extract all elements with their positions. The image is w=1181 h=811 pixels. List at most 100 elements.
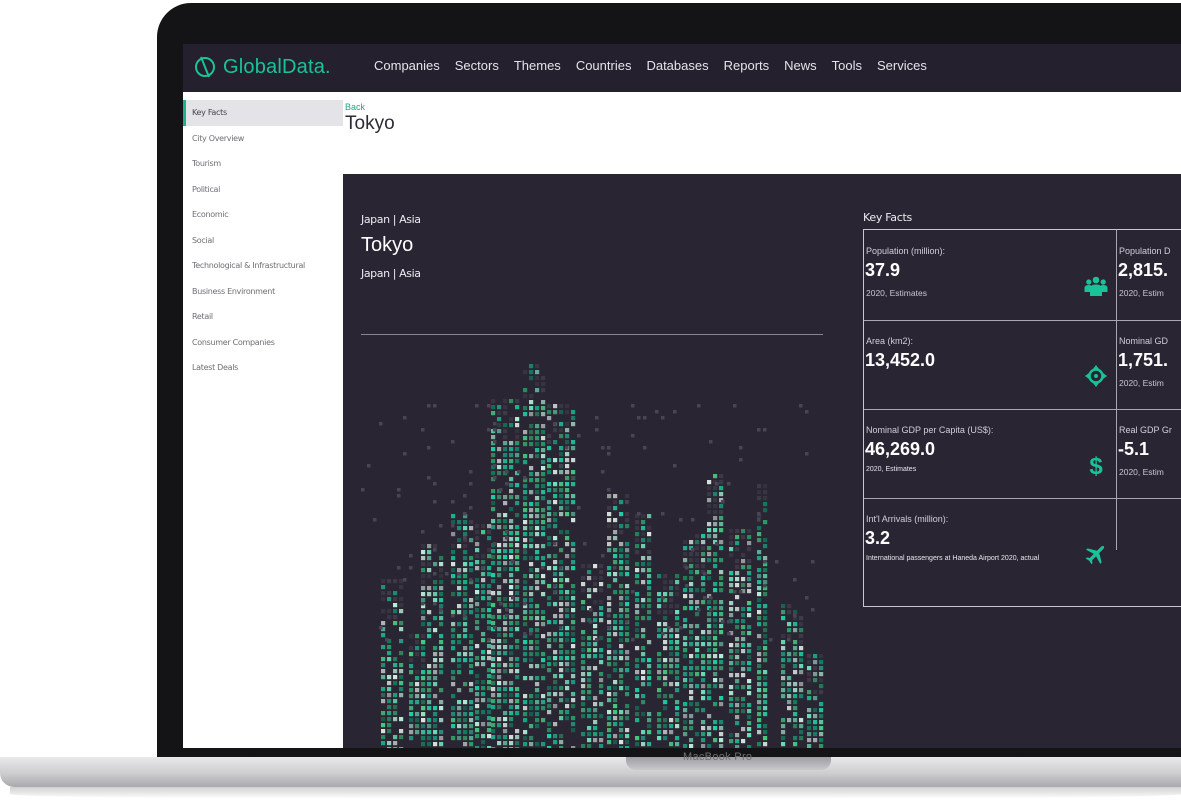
skyline-pixel xyxy=(381,633,386,638)
skyline-pixel xyxy=(535,442,540,447)
skyline-pixel xyxy=(689,660,694,665)
skyline-pixel xyxy=(541,478,546,483)
skyline-pixel xyxy=(499,488,503,492)
skyline-pixel xyxy=(729,613,734,618)
nav-tools[interactable]: Tools xyxy=(832,58,862,73)
nav-themes[interactable]: Themes xyxy=(514,58,561,73)
skyline-pixel xyxy=(553,650,558,655)
skyline-pixel xyxy=(805,410,809,414)
skyline-pixel xyxy=(747,547,752,552)
skyline-pixel xyxy=(503,651,508,656)
skyline-pixel xyxy=(553,470,558,475)
skyline-pixel xyxy=(675,640,680,645)
skyline-pixel xyxy=(719,660,724,665)
skyline-pixel xyxy=(799,718,804,723)
skyline-pixel xyxy=(641,580,646,585)
skyline-pixel xyxy=(587,708,592,713)
sidebar-item-latest-deals[interactable]: Latest Deals xyxy=(183,355,343,381)
skyline-pixel xyxy=(571,566,576,571)
skyline-pixel xyxy=(487,686,492,691)
skyline-pixel xyxy=(535,436,540,441)
sidebar-item-city-overview[interactable]: City Overview xyxy=(183,126,343,152)
skyline-pixel xyxy=(433,562,438,567)
skyline-pixel xyxy=(491,675,496,680)
skyline-pixel xyxy=(529,508,534,513)
skyline-pixel xyxy=(675,592,680,597)
skyline-pixel xyxy=(593,666,598,671)
skyline-pixel xyxy=(487,716,492,721)
skyline-pixel xyxy=(491,591,496,596)
skyline-pixel xyxy=(481,596,486,601)
skyline-pixel xyxy=(619,620,624,625)
skyline-pixel xyxy=(571,500,576,505)
nav-companies[interactable]: Companies xyxy=(374,58,440,73)
skyline-pixel xyxy=(613,536,618,541)
skyline-pixel xyxy=(641,682,646,687)
skyline-pixel xyxy=(757,682,762,687)
sidebar-item-key-facts[interactable]: Key Facts xyxy=(183,100,343,126)
skyline-pixel xyxy=(487,656,492,661)
skyline-pixel xyxy=(735,607,740,612)
skyline-pixel xyxy=(535,370,540,375)
skyline-pixel xyxy=(707,714,712,719)
skyline-pixel xyxy=(781,694,786,699)
globaldata-logo[interactable]: GlobalData. xyxy=(193,53,331,81)
sidebar-item-consumer-companies[interactable]: Consumer Companies xyxy=(183,330,343,356)
skyline-pixel xyxy=(631,638,635,642)
skyline-pixel xyxy=(399,609,404,614)
skyline-pixel xyxy=(535,646,540,651)
skyline-pixel xyxy=(625,668,630,673)
skyline-pixel xyxy=(763,640,768,645)
skyline-pixel xyxy=(481,524,486,529)
skyline-pixel xyxy=(669,724,674,729)
skyline-pixel xyxy=(493,626,497,630)
sidebar-item-tourism[interactable]: Tourism xyxy=(183,151,343,177)
skyline-pixel xyxy=(607,710,612,715)
skyline-pixel xyxy=(415,634,420,639)
sidebar-item-retail[interactable]: Retail xyxy=(183,304,343,330)
skyline-pixel xyxy=(587,726,592,731)
skyline-pixel xyxy=(541,544,546,549)
skyline-pixel xyxy=(663,664,668,669)
skyline-pixel xyxy=(381,645,386,650)
sidebar-item-technological[interactable]: Technological & Infrastructural xyxy=(183,253,343,279)
skyline-pixel xyxy=(487,626,492,631)
skyline-pixel xyxy=(529,632,533,636)
skyline-pixel xyxy=(523,700,528,705)
skyline-pixel xyxy=(415,718,420,723)
skyline-pixel xyxy=(559,626,563,630)
nav-services[interactable]: Services xyxy=(877,58,927,73)
skyline-pixel xyxy=(497,549,502,554)
skyline-pixel xyxy=(451,628,456,633)
skyline-pixel xyxy=(421,736,426,741)
skyline-pixel xyxy=(503,735,508,740)
skyline-pixel xyxy=(427,628,432,633)
nav-news[interactable]: News xyxy=(784,58,817,73)
skyline-pixel xyxy=(509,705,514,710)
skyline-pixel xyxy=(565,590,570,595)
skyline-pixel xyxy=(559,560,564,565)
skyline-pixel xyxy=(463,742,468,747)
nav-reports[interactable]: Reports xyxy=(724,58,770,73)
skyline-pixel xyxy=(747,679,752,684)
skyline-pixel xyxy=(747,715,752,720)
location-label: Japan | Asia xyxy=(361,213,421,226)
nav-databases[interactable]: Databases xyxy=(646,58,708,73)
sidebar-item-business-environment[interactable]: Business Environment xyxy=(183,279,343,305)
sidebar-item-political[interactable]: Political xyxy=(183,177,343,203)
nav-sectors[interactable]: Sectors xyxy=(455,58,499,73)
skyline-pixel xyxy=(599,606,604,611)
skyline-pixel xyxy=(635,706,640,711)
nav-countries[interactable]: Countries xyxy=(576,58,632,73)
sidebar-item-economic[interactable]: Economic xyxy=(183,202,343,228)
sidebar-item-social[interactable]: Social xyxy=(183,228,343,254)
back-link[interactable]: Back xyxy=(345,102,365,112)
skyline-pixel xyxy=(515,531,520,536)
skyline-pixel xyxy=(619,716,624,721)
skyline-pixel xyxy=(463,562,468,567)
skyline-pixel xyxy=(497,591,502,596)
skyline-pixel xyxy=(463,598,468,603)
skyline-pixel xyxy=(475,530,480,535)
skyline-pixel xyxy=(763,700,768,705)
skyline-pixel xyxy=(757,490,762,495)
